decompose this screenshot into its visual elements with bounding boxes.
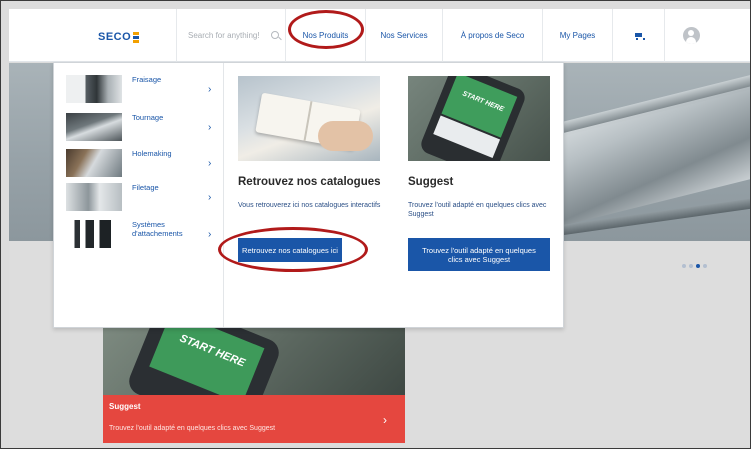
- category-label: Tournage: [132, 113, 164, 122]
- catalog-description: Vous retrouverez ici nos catalogues inte…: [238, 202, 381, 209]
- logo-mark-icon: [133, 31, 140, 43]
- nav-my-pages[interactable]: My Pages: [543, 9, 613, 62]
- carousel-dot-active[interactable]: [696, 264, 700, 268]
- chevron-right-icon[interactable]: ›: [208, 84, 211, 95]
- phone-image: START HERE: [418, 76, 528, 161]
- suggest-title: Suggest: [408, 176, 454, 188]
- category-filetage[interactable]: Filetage ›: [66, 183, 220, 211]
- suggest-promo-card[interactable]: START HERE Suggest Trouvez l'outil adapt…: [103, 327, 405, 443]
- search-input[interactable]: Search for anything!: [188, 31, 260, 40]
- phone-image: START HERE: [125, 327, 283, 395]
- carousel-dot[interactable]: [689, 264, 693, 268]
- catalog-button[interactable]: Retrouvez nos catalogues ici: [238, 238, 342, 262]
- user-avatar-icon: [682, 27, 700, 44]
- suggest-image[interactable]: START HERE: [408, 76, 550, 161]
- nav-nos-services[interactable]: Nos Services: [366, 9, 443, 62]
- catalog-image[interactable]: [238, 76, 380, 161]
- category-label: Filetage: [132, 183, 159, 192]
- category-label: Holemaking: [132, 149, 172, 158]
- category-label: Fraisage: [132, 75, 162, 84]
- seco-logo[interactable]: SECO: [98, 31, 140, 43]
- carousel-dots[interactable]: [682, 264, 707, 268]
- nav-cart[interactable]: [613, 9, 665, 62]
- nav-user[interactable]: [665, 9, 717, 62]
- suggest-promo-image: START HERE: [103, 327, 405, 395]
- phone-screen-text: START HERE: [177, 332, 247, 370]
- menu-divider: [223, 63, 224, 327]
- systemes-thumbnail: [66, 220, 122, 248]
- filetage-thumbnail: [66, 183, 122, 211]
- category-label: Systèmes d'attachements: [132, 220, 183, 238]
- chevron-right-icon[interactable]: ›: [208, 122, 211, 133]
- holemaking-thumbnail: [66, 149, 122, 177]
- chevron-right-icon[interactable]: ›: [208, 229, 211, 240]
- chevron-right-icon[interactable]: ›: [383, 413, 387, 427]
- fraisage-thumbnail: [66, 75, 122, 103]
- chevron-right-icon[interactable]: ›: [208, 158, 211, 169]
- suggest-description: Trouvez l'outil adapté en quelques clics…: [408, 202, 547, 218]
- category-tournage[interactable]: Tournage ›: [66, 113, 220, 141]
- suggest-column: START HERE Suggest Trouvez l'outil adapt…: [408, 76, 552, 271]
- search-box[interactable]: Search for anything!: [176, 9, 286, 62]
- search-icon[interactable]: [271, 31, 279, 39]
- tournage-thumbnail: [66, 113, 122, 141]
- nav-nos-produits[interactable]: Nos Produits: [286, 9, 366, 62]
- cart-icon: [634, 32, 645, 40]
- catalog-column: Retrouvez nos catalogues Vous retrouvere…: [238, 76, 382, 262]
- carousel-dot[interactable]: [682, 264, 686, 268]
- phone-screen-text: START HERE: [461, 90, 505, 114]
- suggest-promo-subtitle: Trouvez l'outil adapté en quelques clics…: [109, 425, 276, 432]
- suggest-promo-title: Suggest: [109, 402, 141, 411]
- nav-a-propos[interactable]: À propos de Seco: [443, 9, 543, 62]
- carousel-dot[interactable]: [703, 264, 707, 268]
- browser-frame: START HERE Suggest Trouvez l'outil adapt…: [0, 0, 751, 449]
- suggest-button[interactable]: Trouvez l'outil adapté en quelques clics…: [408, 238, 550, 271]
- logo-text: SECO: [98, 31, 132, 43]
- products-mega-menu: Fraisage › Tournage › Holemaking › Filet…: [53, 62, 564, 328]
- category-fraisage[interactable]: Fraisage ›: [66, 75, 220, 103]
- category-systemes-attachements[interactable]: Systèmes d'attachements ›: [66, 220, 220, 248]
- suggest-promo-footer[interactable]: Suggest Trouvez l'outil adapté en quelqu…: [103, 395, 405, 443]
- chevron-right-icon[interactable]: ›: [208, 192, 211, 203]
- category-holemaking[interactable]: Holemaking ›: [66, 149, 220, 177]
- catalog-title: Retrouvez nos catalogues: [238, 176, 381, 188]
